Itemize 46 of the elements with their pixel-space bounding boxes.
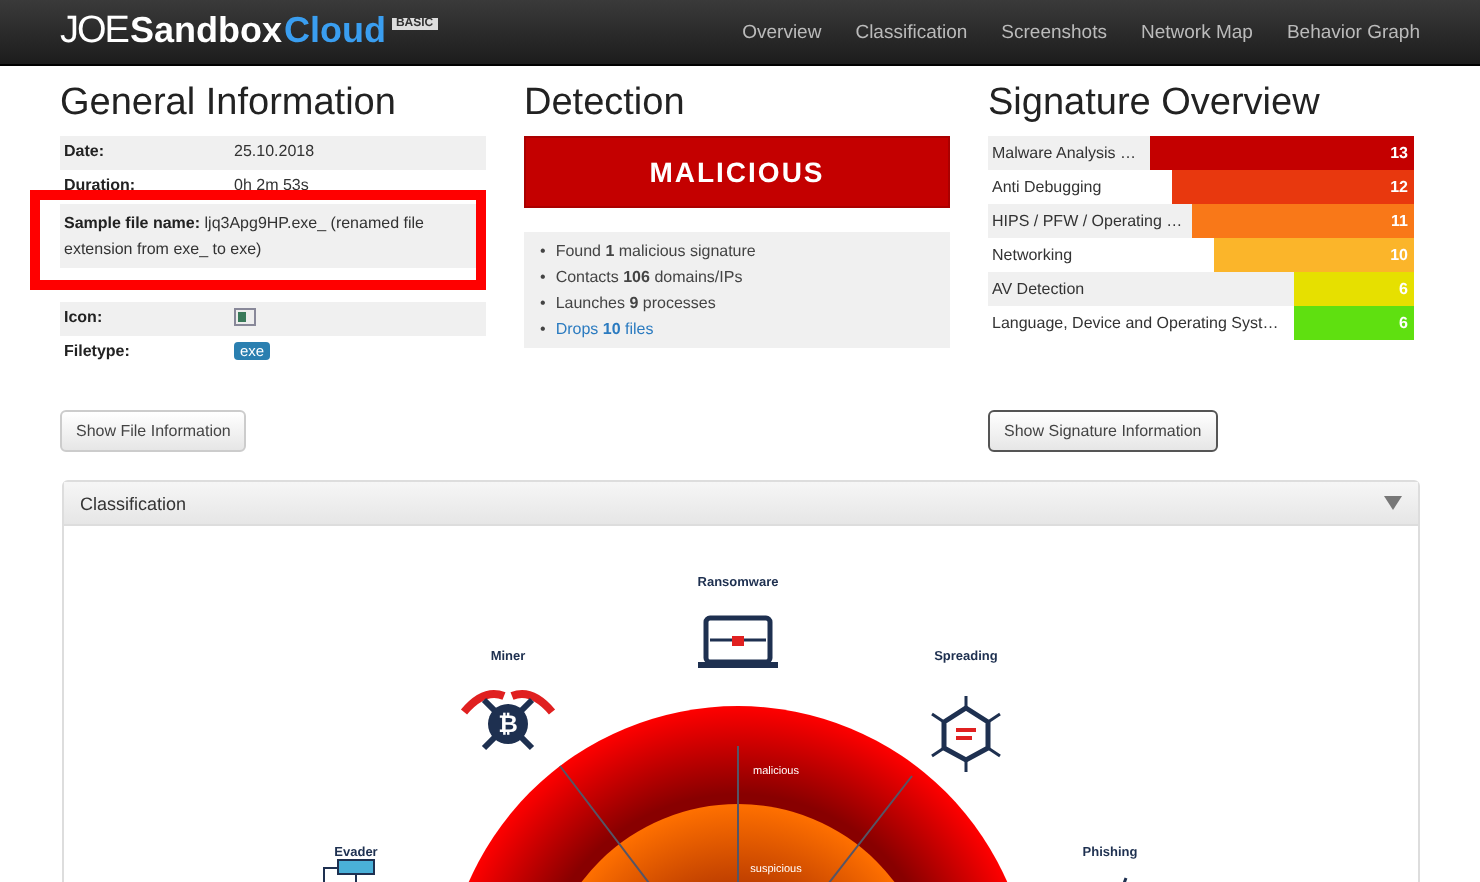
signature-bar: 6 bbox=[1294, 306, 1414, 340]
section-title: General Information bbox=[60, 82, 398, 126]
signature-bar: 6 bbox=[1294, 272, 1414, 306]
drops-link[interactable]: Drops 10 files bbox=[555, 318, 654, 340]
field-label: Date: bbox=[64, 142, 107, 164]
nav-link[interactable]: Overview bbox=[742, 21, 822, 43]
nav-link[interactable]: Behavior Graph bbox=[1286, 21, 1420, 43]
signature-name: Language, Device and Operating Syst… bbox=[990, 312, 1281, 336]
hexagon-network-icon bbox=[930, 694, 1002, 774]
field-value: 25.10.2018 bbox=[234, 142, 317, 164]
panel-title: Classification bbox=[80, 493, 187, 513]
show-signature-information-button[interactable]: Show Signature Information bbox=[988, 410, 1218, 452]
section-title: Detection bbox=[524, 82, 687, 126]
signature-bar: 12 bbox=[1171, 170, 1414, 204]
caret-icon[interactable] bbox=[1384, 496, 1402, 510]
section-title: Signature Overview bbox=[988, 82, 1322, 126]
nav-link[interactable]: Network Map bbox=[1140, 21, 1253, 43]
signature-bar: 13 bbox=[1149, 136, 1414, 170]
signature-name: HIPS / PFW / Operating … bbox=[988, 204, 1193, 238]
signature-name: Networking bbox=[990, 244, 1075, 268]
flowchart-icon bbox=[323, 859, 375, 882]
field-label: Filetype: bbox=[64, 342, 132, 364]
file-icon bbox=[234, 308, 256, 326]
summary-item: Found 1 malicious signature bbox=[555, 240, 756, 262]
show-file-information-button[interactable]: Show File Information bbox=[60, 410, 247, 452]
signature-name: Anti Debugging bbox=[990, 176, 1104, 200]
bullet: • bbox=[540, 240, 546, 262]
signature-name: AV Detection bbox=[988, 272, 1295, 306]
summary-item: Launches 9 processes bbox=[555, 292, 716, 314]
bitcoin-pickaxe-icon bbox=[460, 690, 556, 751]
field-value: 0h 2m 53s bbox=[234, 176, 311, 198]
verdict-banner: MALICIOUS bbox=[524, 136, 950, 208]
panel-header[interactable]: Classification bbox=[64, 482, 1418, 526]
signature-name: Malware Analysis … bbox=[988, 136, 1150, 170]
nav-link[interactable]: Screenshots bbox=[1001, 21, 1107, 43]
bullet: • bbox=[540, 266, 546, 288]
field-label: Duration: bbox=[64, 176, 138, 198]
signature-bar: 11 bbox=[1192, 204, 1414, 238]
bullet: • bbox=[540, 292, 546, 314]
bitcoin-symbol: ₿ bbox=[498, 710, 518, 738]
signature-bar: 10 bbox=[1213, 238, 1414, 272]
field-label: Icon: bbox=[64, 308, 105, 330]
laptop-padlock-icon bbox=[698, 615, 778, 668]
bullet: • bbox=[540, 318, 546, 340]
summary-item: Contacts 106 domains/IPs bbox=[555, 266, 743, 288]
nav-link[interactable]: Classification bbox=[855, 21, 968, 43]
